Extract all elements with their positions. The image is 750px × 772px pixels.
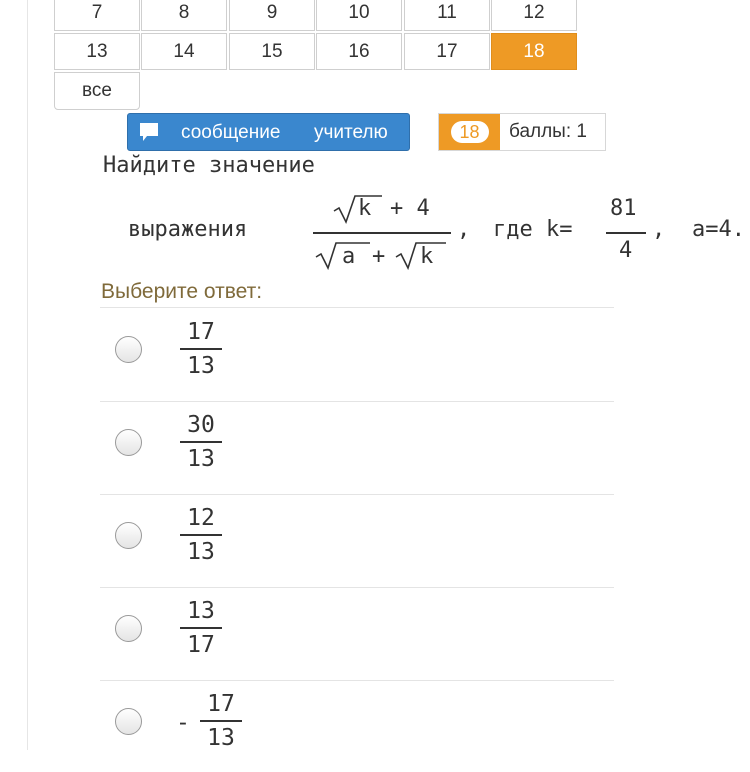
question-nav-17[interactable]: 17 xyxy=(404,33,490,70)
expression-fraction-bar xyxy=(313,232,451,234)
k-value-numerator: 81 xyxy=(610,196,637,221)
radio-button[interactable] xyxy=(115,522,142,549)
page-border-line xyxy=(27,0,28,750)
expression-word: выражения xyxy=(128,217,248,242)
choose-answer-prompt: Выберите ответ: xyxy=(101,280,263,303)
question-nav-18-current[interactable]: 18 xyxy=(491,33,577,70)
option-fraction: 12 13 xyxy=(180,502,222,568)
message-teacher-label-2: учителю xyxy=(314,122,388,143)
chat-bubble-icon xyxy=(140,123,158,141)
message-teacher-label-1: сообщение xyxy=(181,122,281,143)
option-numerator: 13 xyxy=(187,598,215,624)
denominator-a: a xyxy=(342,244,356,269)
question-nav-15[interactable]: 15 xyxy=(229,33,315,70)
radio-button[interactable] xyxy=(115,336,142,363)
question-nav-all[interactable]: все xyxy=(54,72,140,110)
radio-button[interactable] xyxy=(115,429,142,456)
question-nav-16[interactable]: 16 xyxy=(316,33,402,70)
option-denominator: 13 xyxy=(187,353,215,379)
expression-comma-2: , xyxy=(652,217,666,242)
question-nav-8[interactable]: 8 xyxy=(141,0,227,31)
answer-option-5[interactable]: - 17 13 xyxy=(100,680,614,772)
k-fraction-bar xyxy=(606,232,646,234)
option-fraction: 13 17 xyxy=(180,595,222,661)
option-denominator: 17 xyxy=(187,632,215,658)
question-nav-13[interactable]: 13 xyxy=(54,33,140,70)
question-nav-14[interactable]: 14 xyxy=(141,33,227,70)
answer-option-2[interactable]: 30 13 xyxy=(100,401,614,493)
option-numerator: 12 xyxy=(187,505,215,531)
option-denominator: 13 xyxy=(187,446,215,472)
numerator-k: k xyxy=(358,196,372,221)
question-nav-11[interactable]: 11 xyxy=(404,0,490,31)
where-k-equals: где k= xyxy=(493,217,573,242)
numerator-plus-4: + 4 xyxy=(390,196,430,221)
option-fraction: 17 13 xyxy=(180,316,222,382)
question-nav-12[interactable]: 12 xyxy=(491,0,577,31)
question-nav-7[interactable]: 7 xyxy=(54,0,140,31)
question-nav-9[interactable]: 9 xyxy=(229,0,315,31)
score-box: 18 баллы: 1 xyxy=(438,113,606,151)
question-nav-10[interactable]: 10 xyxy=(316,0,402,31)
option-minus-sign: - xyxy=(176,710,190,736)
radio-button[interactable] xyxy=(115,615,142,642)
points-label: баллы: 1 xyxy=(509,121,587,142)
option-numerator: 17 xyxy=(187,319,215,345)
answer-option-1[interactable]: 17 13 xyxy=(100,308,614,400)
option-fraction: 17 13 xyxy=(200,688,242,754)
option-numerator: 17 xyxy=(207,691,235,717)
radio-button[interactable] xyxy=(115,708,142,735)
option-denominator: 13 xyxy=(187,539,215,565)
question-title: Найдите значение xyxy=(103,153,315,178)
question-number: 18 xyxy=(450,121,489,143)
k-value-denominator: 4 xyxy=(619,238,633,263)
answer-option-4[interactable]: 13 17 xyxy=(100,587,614,679)
a-value: a=4. xyxy=(692,217,745,242)
option-denominator: 13 xyxy=(207,725,235,751)
option-fraction: 30 13 xyxy=(180,409,222,475)
expression-comma-1: , xyxy=(457,217,471,242)
answer-option-3[interactable]: 12 13 xyxy=(100,494,614,586)
denominator-plus: + xyxy=(372,244,386,269)
option-numerator: 30 xyxy=(187,412,215,438)
message-teacher-button[interactable]: сообщение учителю xyxy=(127,113,410,151)
denominator-k: k xyxy=(420,244,434,269)
question-number-badge: 18 xyxy=(439,114,500,150)
